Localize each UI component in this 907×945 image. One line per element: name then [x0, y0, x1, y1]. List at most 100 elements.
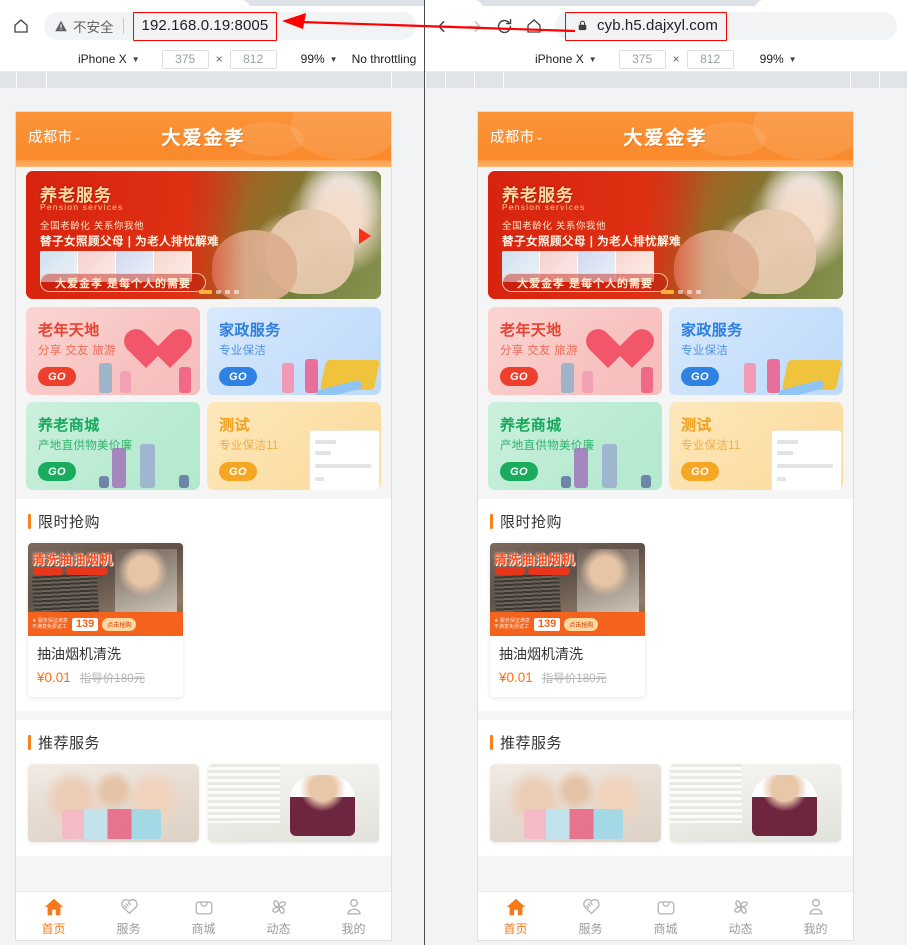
- banner-slide[interactable]: 养老服务 Pension services 全国老龄化 关系你我他 替子女照顾父…: [488, 171, 843, 299]
- card-title: 养老商城: [500, 417, 562, 434]
- recommended-grid: [490, 764, 841, 842]
- go-button[interactable]: GO: [38, 367, 76, 386]
- banner-title-en: Pension services: [502, 202, 586, 212]
- bottom-tab-bar: 首页 服务 商城 动态 我的: [478, 891, 853, 940]
- product-card[interactable]: 清洗抽油烟机 ★ 服务保证满意不满意免费返工 139 点击抢购 抽油烟机清洗: [28, 543, 183, 697]
- product-image-tag: 点击抢购: [102, 617, 137, 631]
- category-card-test[interactable]: 测试 专业保洁11 GO: [207, 402, 381, 490]
- device-height-input-left[interactable]: 812: [229, 49, 277, 69]
- card-title: 老年天地: [38, 322, 100, 339]
- tab-mall[interactable]: 商城: [166, 896, 241, 937]
- tab-label: 我的: [341, 921, 366, 936]
- section-title: 推荐服务: [38, 735, 101, 752]
- category-card-housekeeping[interactable]: 家政服务 专业保洁 GO: [669, 307, 843, 395]
- category-card-elderly[interactable]: 老年天地 分享 交友 旅游 GO: [488, 307, 662, 395]
- product-meta: 抽油烟机清洗 ¥0.01 指导价180元: [28, 636, 183, 697]
- chevron-down-icon: ▼: [329, 54, 338, 64]
- tab-mall[interactable]: 商城: [628, 896, 703, 937]
- tab-activity[interactable]: 动态: [703, 896, 778, 937]
- chevron-down-icon: ▼: [788, 54, 797, 64]
- address-bar-text-right[interactable]: cyb.h5.dajxyl.com: [597, 17, 718, 34]
- zoom-selector-left[interactable]: 99% ▼: [301, 52, 338, 66]
- recommended-grid: [28, 764, 379, 842]
- carousel-dots[interactable]: [199, 290, 239, 294]
- arrow-left-icon[interactable]: [429, 11, 459, 41]
- tab-label: 动态: [266, 921, 291, 936]
- device-width-input-left[interactable]: 375: [161, 49, 209, 69]
- banner-carousel[interactable]: 养老服务 Pension services 全国老龄化 关系你我他 替子女照顾父…: [16, 167, 391, 299]
- address-bar-text-left[interactable]: 192.168.0.19:8005: [142, 17, 269, 34]
- tab-label: 首页: [503, 921, 528, 936]
- person-icon: [808, 898, 823, 915]
- product-original-price: 指导价180元: [79, 673, 145, 685]
- zoom-selector-right[interactable]: 99% ▼: [760, 52, 797, 66]
- tab-home[interactable]: 首页: [16, 896, 91, 937]
- go-button[interactable]: GO: [681, 462, 719, 481]
- go-button[interactable]: GO: [681, 367, 719, 386]
- browser-window-right: cyb.h5.dajxyl.com iPhone X ▼ 375 × 812 9…: [425, 0, 907, 945]
- carousel-dots[interactable]: [661, 290, 701, 294]
- section-header-recommended: 推荐服务: [28, 732, 379, 753]
- go-button[interactable]: GO: [219, 462, 257, 481]
- tab-label: 服务: [116, 921, 141, 936]
- go-button[interactable]: GO: [38, 462, 76, 481]
- zoom-value-right: 99%: [759, 52, 784, 66]
- device-height-input-right[interactable]: 812: [686, 49, 734, 69]
- phone-frame-left: 成都市 ⌄ 大爱金孝 养老服务 Pension services 全国老龄化 关…: [16, 112, 391, 940]
- recommended-item[interactable]: [208, 764, 379, 842]
- tab-home[interactable]: 首页: [478, 896, 553, 937]
- home-icon[interactable]: [519, 11, 549, 41]
- banner-carousel[interactable]: 养老服务 Pension services 全国老龄化 关系你我他 替子女照顾父…: [478, 167, 853, 299]
- category-card-mall[interactable]: 养老商城 产地直供物美价廉 GO: [488, 402, 662, 490]
- device-ruler-left: [0, 72, 424, 88]
- page-title: 大爱金孝: [623, 127, 708, 149]
- category-card-housekeeping[interactable]: 家政服务 专业保洁 GO: [207, 307, 381, 395]
- recommended-item[interactable]: [490, 764, 661, 842]
- category-card-mall[interactable]: 养老商城 产地直供物美价廉 GO: [26, 402, 200, 490]
- tab-services[interactable]: 服务: [91, 896, 166, 937]
- product-card[interactable]: 清洗抽油烟机 ★ 服务保证满意不满意免费返工 139 点击抢购 抽油烟机清洗: [490, 543, 645, 697]
- device-toolbar-right: iPhone X ▼ 375 × 812 99% ▼: [425, 47, 907, 72]
- omnibox-right[interactable]: cyb.h5.dajxyl.com: [555, 11, 897, 41]
- category-card-elderly[interactable]: 老年天地 分享 交友 旅游 GO: [26, 307, 200, 395]
- card-title: 家政服务: [219, 322, 281, 339]
- card-title: 老年天地: [500, 322, 562, 339]
- product-price: ¥0.01: [499, 670, 533, 685]
- app-header-left: 成都市 ⌄ 大爱金孝: [16, 112, 391, 160]
- tab-profile[interactable]: 我的: [316, 896, 391, 937]
- tab-profile[interactable]: 我的: [778, 896, 853, 937]
- throttling-selector-left[interactable]: No throttling: [352, 52, 417, 66]
- banner-slide[interactable]: 养老服务 Pension services 全国老龄化 关系你我他 替子女照顾父…: [26, 171, 381, 299]
- category-card-test[interactable]: 测试 专业保洁11 GO: [669, 402, 843, 490]
- product-meta: 抽油烟机清洗 ¥0.01 指导价180元: [490, 636, 645, 697]
- home-icon[interactable]: [6, 11, 36, 41]
- home-filled-icon: [506, 898, 525, 915]
- category-card-grid: 老年天地 分享 交友 旅游 GO 家政服务 专业保洁 GO 养老商城 产地直供物…: [16, 299, 391, 490]
- recommended-item[interactable]: [670, 764, 841, 842]
- card-subtitle: 专业保洁11: [681, 440, 741, 452]
- screenshot-root: 不安全 192.168.0.19:8005 iPhone X ▼ 375 × 8…: [0, 0, 907, 945]
- go-button[interactable]: GO: [500, 462, 538, 481]
- product-image-title: 清洗抽油烟机: [32, 552, 114, 567]
- category-card-grid: 老年天地 分享 交友 旅游 GO 家政服务 专业保洁 GO 养老商城 产地直供物…: [478, 299, 853, 490]
- device-selector-left[interactable]: iPhone X ▼: [78, 52, 140, 66]
- security-indicator-left[interactable]: 不安全: [54, 16, 114, 36]
- banner-line1: 全国老龄化 关系你我他: [40, 221, 145, 232]
- recommended-item[interactable]: [28, 764, 199, 842]
- play-icon[interactable]: [359, 228, 371, 244]
- banner-line2: 替子女照顾父母 | 为老人排忧解难: [40, 236, 220, 248]
- go-button[interactable]: GO: [500, 367, 538, 386]
- device-selector-right[interactable]: iPhone X ▼: [535, 52, 597, 66]
- tab-activity[interactable]: 动态: [241, 896, 316, 937]
- device-width-input-right[interactable]: 375: [618, 49, 666, 69]
- tab-services[interactable]: 服务: [553, 896, 628, 937]
- omnibox-left[interactable]: 不安全 192.168.0.19:8005: [44, 11, 416, 41]
- product-image-price: 139: [71, 617, 99, 631]
- security-label-left: 不安全: [73, 20, 114, 35]
- reload-icon[interactable]: [489, 11, 519, 41]
- arrow-right-icon: [459, 11, 489, 41]
- go-button[interactable]: GO: [219, 367, 257, 386]
- section-title: 推荐服务: [500, 735, 563, 752]
- device-ruler-right: [425, 72, 907, 88]
- flash-sale-section: 限时抢购 清洗抽油烟机 ★ 服务保证满意 不满意免费返工 139 点击抢购 抽油…: [16, 499, 391, 711]
